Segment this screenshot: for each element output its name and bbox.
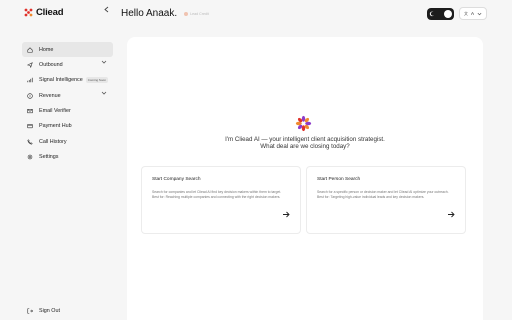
ai-intro-line2: What deal are we closing today?: [260, 143, 350, 151]
translate-icon: 文: [464, 10, 468, 16]
sidebar-item-label: Revenue: [39, 92, 61, 99]
card-description: Search for a specific person or decision…: [317, 190, 449, 199]
toggle-knob: [444, 10, 452, 18]
signal-icon: [27, 77, 33, 83]
arrow-right-icon[interactable]: [282, 211, 290, 218]
sidebar-item-label: Home: [39, 46, 54, 53]
home-icon: [27, 46, 33, 53]
language-label: A: [471, 11, 475, 16]
chevron-left-icon: [104, 6, 109, 13]
moon-icon: [429, 11, 434, 17]
sidebar-item-settings[interactable]: Settings: [22, 149, 113, 164]
gear-icon: [27, 154, 33, 160]
credit-icon: [184, 11, 189, 16]
sidebar-item-payment-hub[interactable]: Payment Hub: [22, 119, 113, 134]
chevron-down-icon: [101, 91, 107, 95]
chevron-down-icon: [477, 12, 482, 15]
sign-out-label: Sign Out: [39, 308, 60, 314]
sidebar-item-label: Call History: [39, 138, 67, 145]
ai-intro-line1: I'm Cliead AI — your intelligent client …: [225, 136, 385, 143]
dollar-icon: [27, 92, 33, 99]
sidebar-item-call-history[interactable]: Call History: [22, 134, 113, 149]
sidebar-item-label: Settings: [39, 153, 59, 160]
card-title: Start Person Search: [317, 177, 361, 182]
card-icon: [27, 124, 33, 129]
app-logo[interactable]: Cliead: [24, 7, 64, 18]
ai-intro: I'm Cliead AI — your intelligent client …: [127, 136, 483, 151]
sidebar-item-outbound[interactable]: Outbound: [22, 57, 113, 72]
card-title: Start Company Search: [152, 177, 201, 182]
greeting-text: Hello Anaak.: [121, 8, 178, 19]
sidebar-item-signal-intelligence[interactable]: Signal Intelligence Coming Soon: [22, 73, 113, 88]
chevron-down-icon: [101, 61, 107, 64]
sidebar-nav: Home Outbound Signal Intelligence Coming…: [22, 42, 113, 165]
logout-icon: [27, 308, 33, 314]
cliead-ai-icon: [295, 115, 312, 132]
arrow-right-icon[interactable]: [447, 211, 455, 218]
language-selector[interactable]: 文 A: [459, 7, 487, 20]
credit-badge-label: Lead Credit: [190, 11, 209, 16]
theme-toggle[interactable]: [427, 8, 454, 20]
phone-icon: [27, 138, 33, 145]
sidebar-item-email-verifier[interactable]: Email Verifier: [22, 103, 113, 118]
sidebar-item-label: Outbound: [39, 61, 63, 68]
cliead-logo-icon: [24, 8, 33, 17]
sidebar-item-revenue[interactable]: Revenue: [22, 88, 113, 103]
sidebar-item-label: Signal Intelligence: [39, 77, 83, 84]
send-icon: [27, 62, 33, 68]
card-description: Search for companies and let Cliead AI f…: [152, 190, 282, 199]
sidebar-item-label: Email Verifier: [39, 107, 71, 114]
app-name: Cliead: [36, 7, 64, 18]
credit-badge: Lead Credit: [184, 11, 209, 16]
greeting: Hello Anaak. Lead Credit: [121, 8, 209, 19]
company-search-card[interactable]: Start Company Search Search for companie…: [141, 166, 301, 234]
coming-soon-badge: Coming Soon: [85, 77, 108, 84]
main-panel: I'm Cliead AI — your intelligent client …: [127, 37, 483, 320]
sidebar: Cliead Home Outbound Signal Intelligence…: [0, 0, 118, 320]
sign-out-button[interactable]: Sign Out: [27, 308, 60, 314]
collapse-sidebar-button[interactable]: [104, 6, 109, 15]
sidebar-item-home[interactable]: Home: [22, 42, 113, 57]
sidebar-item-label: Payment Hub: [39, 123, 72, 130]
person-search-card[interactable]: Start Person Search Search for a specifi…: [306, 166, 466, 234]
mail-icon: [27, 108, 33, 113]
